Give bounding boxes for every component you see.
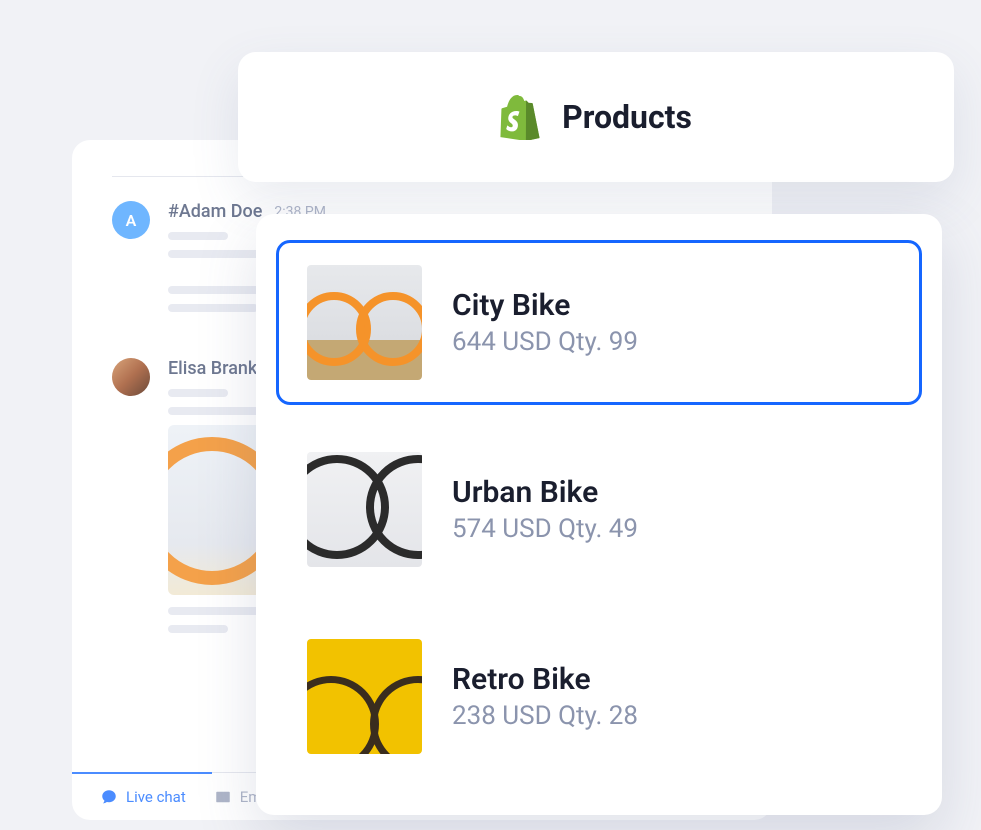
product-item-urban-bike[interactable]: Urban Bike 574 USD Qty. 49 <box>276 427 922 592</box>
product-name: Retro Bike <box>452 662 638 697</box>
chat-author: #Adam Doe <box>168 201 262 222</box>
chat-icon <box>100 788 118 806</box>
product-thumbnail <box>307 639 422 754</box>
product-meta: 574 USD Qty. 49 <box>452 514 638 544</box>
product-meta: 644 USD Qty. 99 <box>452 327 638 357</box>
product-name: City Bike <box>452 288 638 323</box>
product-item-city-bike[interactable]: City Bike 644 USD Qty. 99 <box>276 240 922 405</box>
chat-author: Elisa Branky <box>168 358 266 379</box>
product-item-retro-bike[interactable]: Retro Bike 238 USD Qty. 28 <box>276 614 922 779</box>
shopify-icon <box>500 95 540 140</box>
avatar: A <box>112 201 150 239</box>
products-header: Products <box>238 52 954 182</box>
product-list: City Bike 644 USD Qty. 99 Urban Bike 574… <box>256 214 942 815</box>
product-thumbnail <box>307 265 422 380</box>
email-icon <box>214 788 232 806</box>
tab-label: Live chat <box>126 788 186 806</box>
skeleton-line <box>168 625 228 633</box>
active-tab-underline <box>72 772 212 774</box>
avatar <box>112 358 150 396</box>
product-meta: 238 USD Qty. 28 <box>452 701 638 731</box>
skeleton-line <box>168 304 258 312</box>
skeleton-line <box>168 232 228 240</box>
product-name: Urban Bike <box>452 475 638 510</box>
tab-live-chat[interactable]: Live chat <box>100 788 186 806</box>
product-thumbnail <box>307 452 422 567</box>
products-title: Products <box>562 98 692 136</box>
skeleton-line <box>168 389 228 397</box>
avatar-initial: A <box>126 211 137 230</box>
